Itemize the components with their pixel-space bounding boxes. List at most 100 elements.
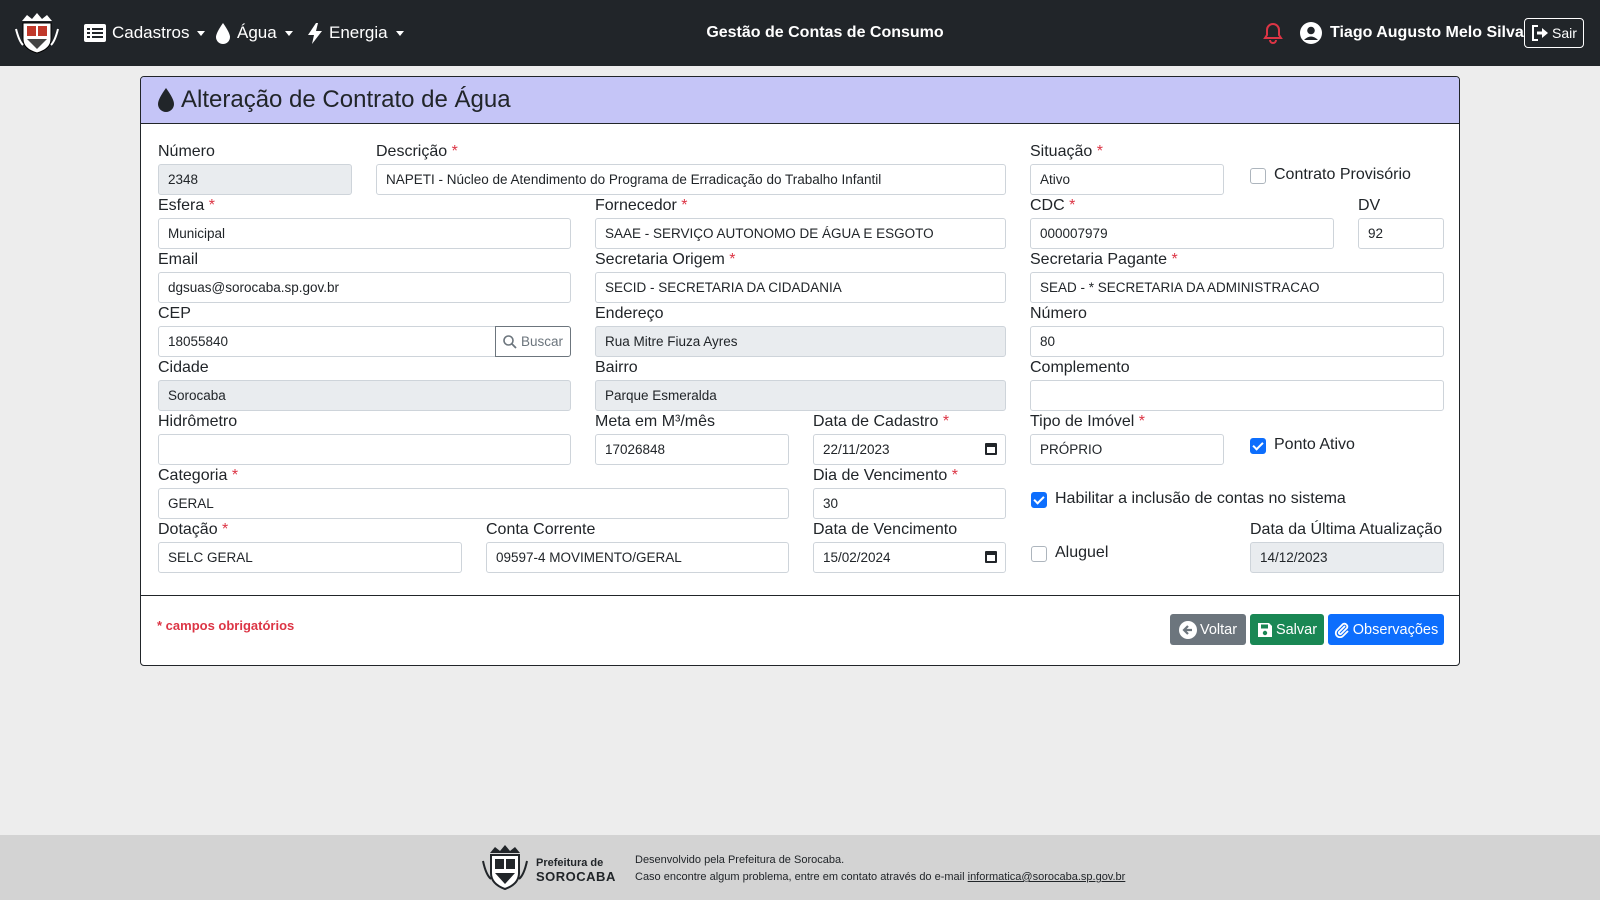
page-footer: Prefeitura de SOROCABA Desenvolvido pela… — [0, 835, 1600, 900]
data-vencimento-input[interactable]: 15/02/2024 — [813, 542, 1006, 573]
label-dia-vencimento: Dia de Vencimento * — [813, 467, 958, 484]
dotacao-input[interactable]: SELC GERAL — [158, 542, 462, 573]
ponto-ativo-label: Ponto Ativo — [1274, 436, 1355, 453]
arrow-left-circle-icon — [1178, 620, 1197, 639]
support-email-link[interactable]: informatica@sorocaba.sp.gov.br — [968, 871, 1126, 883]
navbar: Cadastros Água Energia Gestão de Contas … — [0, 0, 1600, 66]
voltar-label: Voltar — [1199, 621, 1238, 638]
meta-input[interactable]: 17026848 — [595, 434, 789, 465]
habilitar-inclusao-label: Habilitar a inclusão de contas no sistem… — [1055, 490, 1346, 507]
footer-line-2: Caso encontre algum problema, entre em c… — [635, 871, 1126, 883]
bell-icon[interactable] — [1263, 22, 1283, 44]
label-hidrometro: Hidrômetro — [158, 413, 238, 430]
label-numero-endereco: Número — [1030, 305, 1087, 322]
ultima-atualizacao-input[interactable]: 14/12/2023 — [1250, 542, 1444, 573]
label-secretaria-origem: Secretaria Origem * — [595, 251, 736, 268]
nav-menu-agua[interactable]: Água — [215, 0, 293, 66]
label-data-vencimento: Data de Vencimento — [813, 521, 958, 538]
voltar-button[interactable]: Voltar — [1170, 614, 1246, 645]
descricao-input[interactable]: NAPETI - Núcleo de Atendimento do Progra… — [376, 164, 1006, 195]
label-endereco: Endereço — [595, 305, 664, 322]
cdc-input[interactable]: 000007979 — [1030, 218, 1334, 249]
salvar-label: Salvar — [1275, 621, 1318, 638]
label-cep: CEP — [158, 305, 191, 322]
cep-input[interactable]: 18055840 — [158, 326, 496, 357]
label-fornecedor: Fornecedor * — [595, 197, 688, 214]
label-categoria: Categoria * — [158, 467, 239, 484]
prefeitura-logo — [482, 845, 528, 891]
esfera-select[interactable]: Municipal — [158, 218, 571, 249]
user-profile[interactable]: Tiago Augusto Melo Silva — [1300, 0, 1524, 66]
salvar-button[interactable]: Salvar — [1250, 614, 1324, 645]
search-icon — [503, 334, 517, 349]
bairro-input[interactable]: Parque Esmeralda — [595, 380, 1006, 411]
tipo-imovel-select[interactable]: PRÓPRIO — [1030, 434, 1224, 465]
hidrometro-input[interactable] — [158, 434, 571, 465]
app-title: Gestão de Contas de Consumo — [706, 24, 944, 41]
label-dv: DV — [1358, 197, 1381, 214]
card-header: Alteração de Contrato de Água — [141, 77, 1459, 124]
buscar-cep-button[interactable]: Buscar — [495, 326, 571, 357]
dia-vencimento-input[interactable]: 30 — [813, 488, 1006, 519]
logout-button[interactable]: Sair — [1524, 18, 1584, 48]
calendar-icon[interactable] — [985, 551, 997, 563]
contrato-provisorio-checkbox[interactable] — [1250, 168, 1266, 184]
data-cadastro-input[interactable]: 22/11/2023 — [813, 434, 1006, 465]
observacoes-button[interactable]: Observações — [1328, 614, 1444, 645]
water-drop-icon — [158, 88, 174, 112]
contrato-provisorio-label: Contrato Provisório — [1274, 166, 1411, 183]
lightning-bolt-icon — [308, 22, 322, 44]
footer-brand: Prefeitura de SOROCABA — [536, 857, 616, 883]
city-coat-of-arms-logo[interactable] — [14, 11, 60, 55]
habilitar-inclusao-checkbox[interactable] — [1031, 492, 1047, 508]
required-fields-note: * campos obrigatórios — [157, 618, 295, 633]
footer-text: Desenvolvido pela Prefeitura de Sorocaba… — [635, 852, 1125, 886]
calendar-icon[interactable] — [985, 443, 997, 455]
caret-down-icon — [284, 30, 293, 36]
label-complemento: Complemento — [1030, 359, 1130, 376]
label-esfera: Esfera * — [158, 197, 215, 214]
categoria-select[interactable]: GERAL — [158, 488, 789, 519]
label-meta: Meta em M³/mês — [595, 413, 716, 430]
ponto-ativo-checkbox[interactable] — [1250, 438, 1266, 454]
conta-corrente-input[interactable]: 09597-4 MOVIMENTO/GERAL — [486, 542, 789, 573]
buscar-label: Buscar — [520, 334, 564, 349]
label-cidade: Cidade — [158, 359, 209, 376]
user-circle-icon — [1300, 22, 1322, 44]
nav-menu-cadastros[interactable]: Cadastros — [84, 0, 206, 66]
nav-menu-energia[interactable]: Energia — [307, 0, 404, 66]
fornecedor-select[interactable]: SAAE - SERVIÇO AUTONOMO DE ÁGUA E ESGOTO — [595, 218, 1006, 249]
footer-line-1: Desenvolvido pela Prefeitura de Sorocaba… — [635, 854, 845, 866]
email-input[interactable]: dgsuas@sorocaba.sp.gov.br — [158, 272, 571, 303]
numero-endereco-input[interactable]: 80 — [1030, 326, 1444, 357]
label-bairro: Bairro — [595, 359, 638, 376]
card-footer: * campos obrigatórios Voltar Salvar Obse… — [141, 595, 1459, 665]
nav-menu-label: Energia — [329, 23, 388, 42]
caret-down-icon — [395, 30, 404, 36]
numero-input[interactable]: 2348 — [158, 164, 352, 195]
user-name: Tiago Augusto Melo Silva — [1330, 24, 1524, 41]
label-conta-corrente: Conta Corrente — [486, 521, 596, 538]
caret-down-icon — [197, 30, 206, 36]
observacoes-label: Observações — [1352, 621, 1439, 638]
label-situacao: Situação * — [1030, 143, 1103, 160]
list-icon — [84, 24, 106, 42]
cidade-input[interactable]: Sorocaba — [158, 380, 571, 411]
label-descricao: Descrição * — [376, 143, 458, 160]
label-cdc: CDC * — [1030, 197, 1076, 214]
water-drop-icon — [216, 22, 230, 44]
situacao-select[interactable]: Ativo — [1030, 164, 1224, 195]
label-tipo-imovel: Tipo de Imóvel * — [1030, 413, 1146, 430]
brand-line-2: SOROCABA — [536, 869, 616, 884]
aluguel-checkbox[interactable] — [1031, 546, 1047, 562]
secretaria-pagante-select[interactable]: SEAD - * SECRETARIA DA ADMINISTRACAO — [1030, 272, 1444, 303]
secretaria-origem-select[interactable]: SECID - SECRETARIA DA CIDADANIA — [595, 272, 1006, 303]
endereco-input[interactable]: Rua Mitre Fiuza Ayres — [595, 326, 1006, 357]
complemento-input[interactable] — [1030, 380, 1444, 411]
label-numero: Número — [158, 143, 215, 160]
label-dotacao: Dotação * — [158, 521, 229, 538]
contract-form-card: Alteração de Contrato de Água Número 234… — [140, 76, 1460, 666]
logout-icon — [1532, 25, 1549, 41]
nav-menu-label: Cadastros — [112, 23, 190, 42]
dv-input[interactable]: 92 — [1358, 218, 1444, 249]
